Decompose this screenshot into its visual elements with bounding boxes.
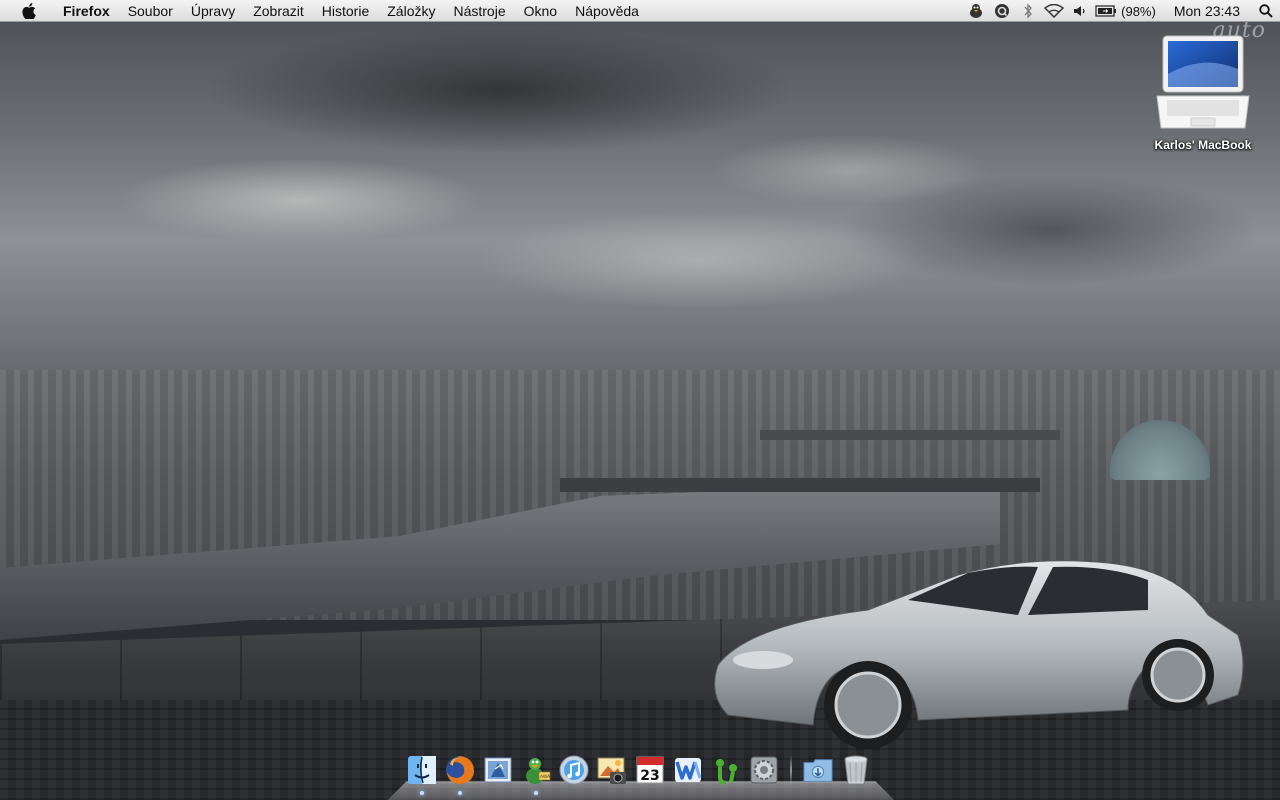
adium-icon[interactable] — [963, 0, 989, 22]
dock-icons: AWAY — [406, 750, 872, 795]
menu-extras: (98%) Mon 23:43 — [963, 0, 1280, 22]
menu-historie[interactable]: Historie — [313, 0, 378, 22]
messenger-icon[interactable] — [710, 753, 742, 787]
menu-clock[interactable]: Mon 23:43 — [1164, 3, 1252, 19]
iphoto-icon[interactable] — [596, 753, 628, 787]
desktop-icon-macbook[interactable]: Karlos' MacBook — [1148, 34, 1258, 152]
menu-zalozky[interactable]: Záložky — [378, 0, 444, 22]
wallpaper-bridge — [560, 478, 1040, 492]
running-indicator — [420, 791, 424, 795]
svg-text:23: 23 — [640, 768, 659, 784]
wifi-icon[interactable] — [1041, 0, 1067, 22]
macbook-icon — [1156, 35, 1250, 129]
wallpaper-car — [714, 560, 1244, 749]
battery-percent[interactable]: (98%) — [1121, 4, 1156, 19]
dock: AWAY — [388, 750, 894, 800]
trash-icon[interactable] — [840, 753, 872, 787]
quicksilver-icon[interactable] — [989, 0, 1015, 22]
running-indicator — [534, 791, 538, 795]
wallpaper-far-bridge — [760, 430, 1060, 440]
firefox-icon[interactable] — [444, 753, 476, 795]
menu-zobrazit[interactable]: Zobrazit — [244, 0, 313, 22]
menu-napoveda[interactable]: Nápověda — [566, 0, 648, 22]
spotlight-icon[interactable] — [1252, 0, 1280, 22]
menu-bar: Firefox Soubor Úpravy Zobrazit Historie … — [0, 0, 1280, 22]
menu-nastroje[interactable]: Nástroje — [444, 0, 514, 22]
menu-okno[interactable]: Okno — [515, 0, 566, 22]
downloads-folder-icon[interactable] — [802, 753, 834, 787]
volume-icon[interactable] — [1067, 0, 1093, 22]
adium-duck-icon[interactable]: AWAY — [520, 753, 552, 795]
finder-icon[interactable] — [406, 753, 438, 795]
wallpaper-sky — [0, 0, 1280, 400]
ical-icon[interactable]: 23 — [634, 753, 666, 787]
system-preferences-icon[interactable] — [748, 753, 780, 787]
menu-upravy[interactable]: Úpravy — [182, 0, 244, 22]
dock-separator — [790, 755, 792, 785]
battery-icon[interactable] — [1093, 0, 1119, 22]
word-icon[interactable] — [672, 753, 704, 787]
desktop-icon-label: Karlos' MacBook — [1154, 138, 1252, 152]
menu-app-name[interactable]: Firefox — [54, 0, 119, 22]
itunes-icon[interactable] — [558, 753, 590, 787]
running-indicator — [458, 791, 462, 795]
menu-soubor[interactable]: Soubor — [119, 0, 182, 22]
svg-text:AWAY: AWAY — [540, 774, 551, 780]
apple-logo-icon[interactable] — [18, 0, 40, 22]
bluetooth-icon[interactable] — [1015, 0, 1041, 22]
mail-icon[interactable] — [482, 753, 514, 787]
desktop-wallpaper — [0, 0, 1280, 800]
